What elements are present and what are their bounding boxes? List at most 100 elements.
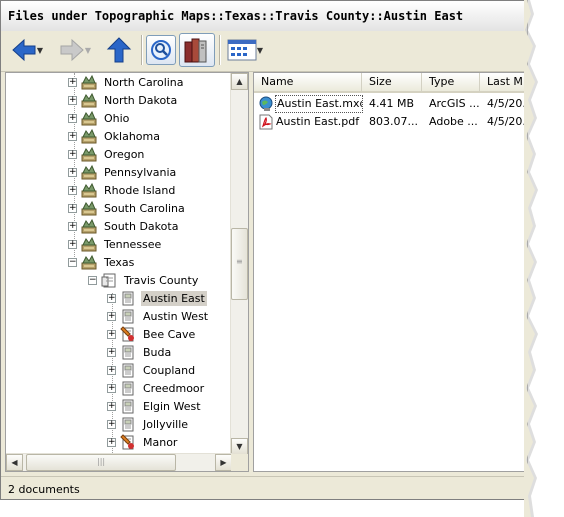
- tree-horizontal-scrollbar[interactable]: ◀ ||| ▶: [6, 453, 232, 471]
- tree-item-state[interactable]: + South Carolina: [68, 199, 187, 217]
- tree-item-county[interactable]: − Travis County: [88, 271, 200, 289]
- file-name[interactable]: Austin East.pdf: [276, 113, 362, 131]
- file-list[interactable]: Name Size Type Last M... Austin East.mxd…: [253, 72, 527, 472]
- tree-item-label: Rhode Island: [104, 183, 176, 197]
- file-type: ArcGIS ...: [429, 97, 480, 110]
- file-row[interactable]: Austin East.pdf 803.07... Adobe ... 4/5/…: [254, 113, 527, 131]
- scroll-right-button[interactable]: ▶: [215, 454, 232, 471]
- tree-item-state[interactable]: + Oklahoma: [68, 127, 162, 145]
- up-arrow-icon: [106, 37, 132, 63]
- tree-item-state[interactable]: + South Dakota: [68, 217, 180, 235]
- expand-toggle-icon[interactable]: +: [68, 149, 77, 159]
- tree-item-map[interactable]: + Coupland: [107, 361, 197, 379]
- expand-toggle-icon[interactable]: +: [107, 347, 116, 357]
- document-icon: [122, 381, 134, 396]
- document-icon: [122, 417, 134, 432]
- back-button[interactable]: ▼: [7, 34, 47, 66]
- scroll-down-button[interactable]: ▼: [231, 438, 248, 455]
- view-dropdown-icon[interactable]: ▼: [257, 46, 263, 55]
- document-icon: [122, 309, 134, 324]
- map-folder-icon: [81, 164, 97, 180]
- column-header-name[interactable]: Name: [254, 73, 362, 93]
- torn-edge-decoration: [524, 0, 538, 517]
- tree-item-label: North Dakota: [104, 93, 178, 107]
- tree-item-map[interactable]: + Bee Cave: [107, 325, 197, 343]
- tree-item-label: Creedmoor: [143, 381, 205, 395]
- tree-item-map[interactable]: + Buda: [107, 343, 173, 361]
- tree-item-label: Buda: [143, 345, 172, 359]
- tree-item-state[interactable]: + Tennessee: [68, 235, 163, 253]
- scroll-up-button[interactable]: ▲: [231, 73, 248, 90]
- tree-item-map[interactable]: + Austin West: [107, 307, 210, 325]
- toolbar: ▼ ▼ ▼: [1, 31, 527, 72]
- expand-toggle-icon[interactable]: +: [107, 401, 116, 411]
- collapse-toggle-icon[interactable]: −: [88, 275, 97, 285]
- collapse-toggle-icon[interactable]: −: [68, 257, 77, 267]
- tree-item-state[interactable]: + North Dakota: [68, 91, 179, 109]
- tree-item-label: South Carolina: [104, 201, 185, 215]
- tree-item-state[interactable]: + Oregon: [68, 145, 146, 163]
- expand-toggle-icon[interactable]: +: [107, 311, 116, 321]
- expand-toggle-icon[interactable]: +: [107, 365, 116, 375]
- tree-item-label: Coupland: [143, 363, 196, 377]
- tree-item-label: Pennsylvania: [104, 165, 177, 179]
- expand-toggle-icon[interactable]: +: [107, 419, 116, 429]
- expand-toggle-icon[interactable]: +: [68, 167, 77, 177]
- tree-item-state[interactable]: + Pennsylvania: [68, 163, 178, 181]
- folder-tree[interactable]: + North Carolina + North Dakota + Ohio + Oklaho…: [5, 72, 249, 472]
- forward-button[interactable]: ▼: [55, 34, 95, 66]
- tree-item-map[interactable]: + Jollyville: [107, 415, 190, 433]
- title-bar: Files under Topographic Maps::Texas::Tra…: [1, 1, 527, 32]
- tree-item-label: North Carolina: [104, 75, 184, 89]
- expand-toggle-icon[interactable]: +: [68, 203, 77, 213]
- column-header-last-modified[interactable]: Last M...: [480, 73, 527, 93]
- expand-toggle-icon[interactable]: +: [68, 185, 77, 195]
- expand-toggle-icon[interactable]: +: [107, 383, 116, 393]
- window-title: Files under Topographic Maps::Texas::Tra…: [8, 9, 464, 23]
- expand-toggle-icon[interactable]: +: [68, 221, 77, 231]
- map-folder-icon: [81, 128, 97, 144]
- back-dropdown-icon[interactable]: ▼: [37, 46, 43, 55]
- tree-item-map[interactable]: + Creedmoor: [107, 379, 206, 397]
- tree-item-state[interactable]: + North Carolina: [68, 73, 186, 91]
- tree-item-map[interactable]: + Elgin West: [107, 397, 203, 415]
- expand-toggle-icon[interactable]: +: [107, 437, 116, 447]
- expand-toggle-icon[interactable]: +: [107, 329, 116, 339]
- tree-item-label: Austin West: [143, 309, 209, 323]
- column-header-type[interactable]: Type: [422, 73, 480, 93]
- tree-item-label: Manor: [143, 435, 178, 449]
- tree-item-state[interactable]: − Texas: [68, 253, 136, 271]
- library-button[interactable]: [179, 33, 215, 67]
- arcgis-map-icon: [259, 96, 273, 111]
- file-row[interactable]: Austin East.mxd 4.41 MB ArcGIS ... 4/5/2…: [254, 95, 527, 113]
- map-folder-icon: [81, 182, 97, 198]
- expand-toggle-icon[interactable]: +: [107, 293, 116, 303]
- file-name[interactable]: Austin East.mxd: [275, 95, 363, 113]
- map-folder-icon: [81, 146, 97, 162]
- search-button[interactable]: [146, 35, 176, 65]
- expand-toggle-icon[interactable]: +: [68, 131, 77, 141]
- tree-item-state[interactable]: + Rhode Island: [68, 181, 177, 199]
- search-icon: [151, 40, 171, 60]
- view-options-button[interactable]: ▼: [223, 34, 267, 66]
- forward-dropdown-icon[interactable]: ▼: [85, 46, 91, 55]
- toolbar-separator: [219, 35, 220, 65]
- expand-toggle-icon[interactable]: +: [68, 239, 77, 249]
- status-text: 2 documents: [8, 483, 80, 496]
- expand-toggle-icon[interactable]: +: [68, 95, 77, 105]
- tree-item-state[interactable]: + Ohio: [68, 109, 131, 127]
- expand-toggle-icon[interactable]: +: [68, 77, 77, 87]
- horizontal-scroll-thumb[interactable]: |||: [26, 454, 176, 471]
- back-arrow-icon: [12, 38, 36, 62]
- tree-vertical-scrollbar[interactable]: ▲ ≡ ▼: [230, 73, 248, 455]
- expand-toggle-icon[interactable]: +: [68, 113, 77, 123]
- tree-item-map[interactable]: + Austin East: [107, 289, 207, 307]
- column-header-size[interactable]: Size: [362, 73, 422, 93]
- tree-item-map[interactable]: + Manor: [107, 433, 179, 451]
- up-button[interactable]: [103, 34, 135, 66]
- map-folder-icon: [81, 92, 97, 108]
- scroll-left-button[interactable]: ◀: [6, 454, 23, 471]
- map-folder-icon: [81, 74, 97, 90]
- map-folder-icon: [81, 254, 97, 270]
- scroll-thumb[interactable]: ≡: [231, 228, 248, 300]
